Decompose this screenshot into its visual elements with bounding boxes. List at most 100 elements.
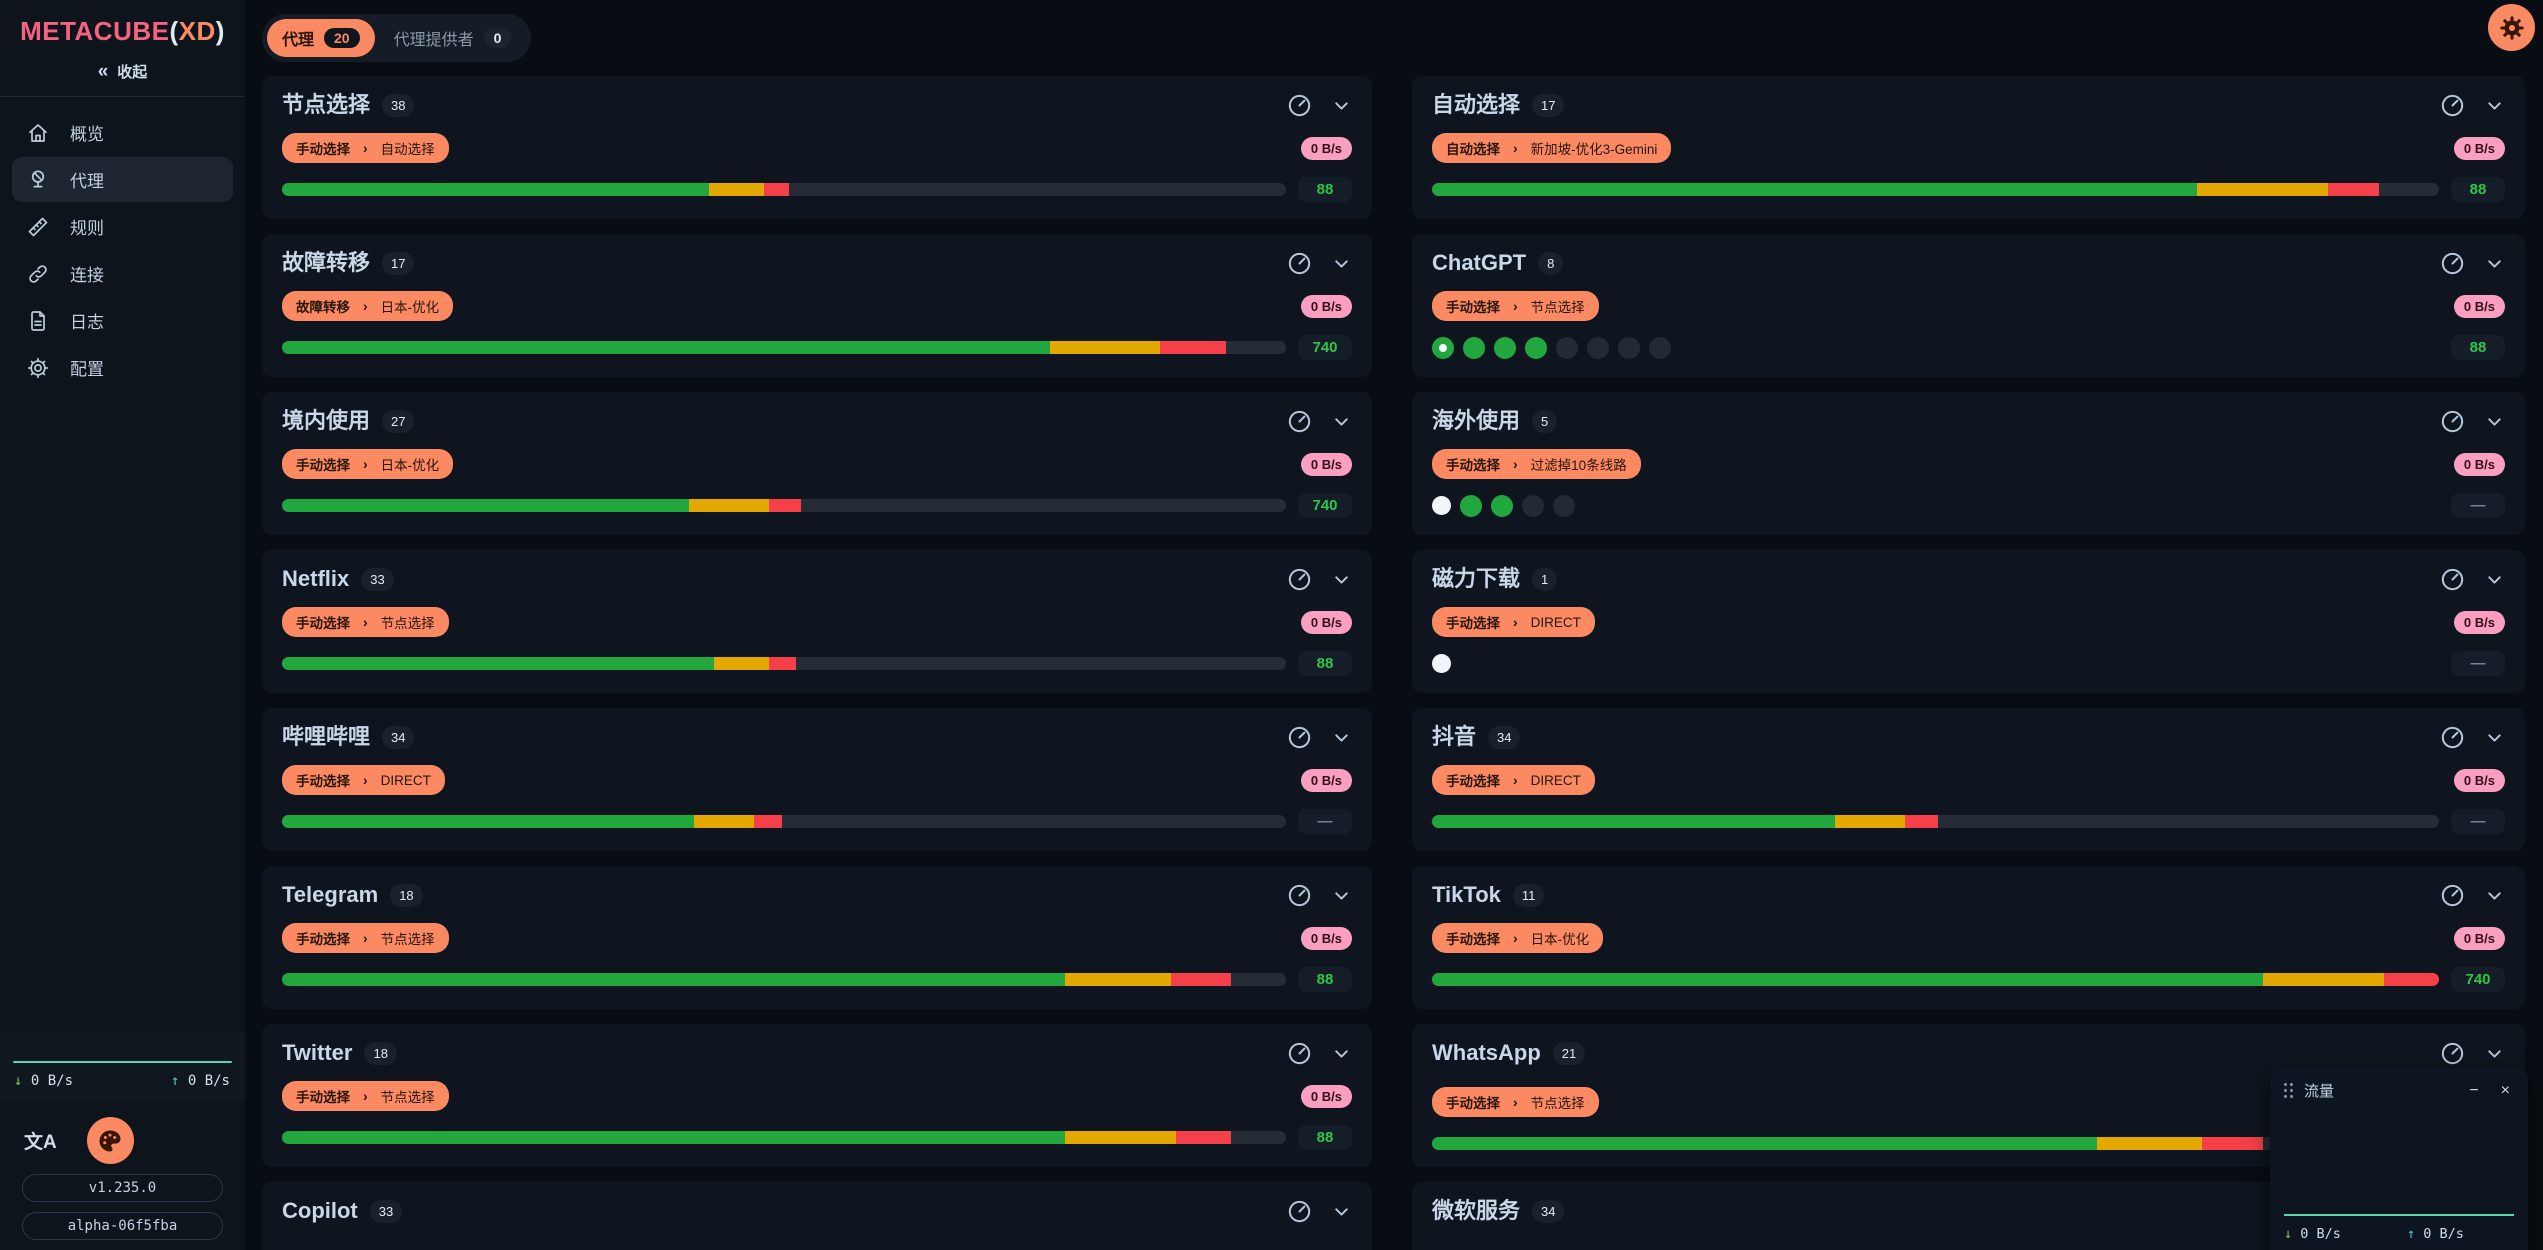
node-dots bbox=[1432, 337, 2439, 359]
app-version-button[interactable]: alpha-06f5fba bbox=[22, 1212, 223, 1240]
chevron-down-icon bbox=[2484, 95, 2505, 116]
selected-proxy-pill[interactable]: 手动选择 › 节点选择 bbox=[282, 923, 449, 953]
chevron-right-icon: › bbox=[363, 614, 368, 630]
gauge-icon bbox=[1286, 566, 1313, 593]
expand-group-button[interactable] bbox=[1331, 885, 1352, 906]
chevrons-left-icon: « bbox=[98, 62, 109, 81]
chevron-right-icon: › bbox=[1513, 614, 1518, 630]
sidebar-item-config[interactable]: 配置 bbox=[12, 345, 233, 390]
proxy-group-card[interactable]: 磁力下载 1 手动选择 › DIRECT 0 B/s — bbox=[1412, 550, 2525, 693]
selected-proxy-pill[interactable]: 手动选择 › 节点选择 bbox=[282, 1081, 449, 1111]
selected-proxy-pill[interactable]: 手动选择 › 节点选择 bbox=[1432, 1087, 1599, 1117]
bar-segment-good bbox=[1432, 815, 1835, 828]
latency-distribution-bar bbox=[282, 657, 1286, 670]
chevron-right-icon: › bbox=[1513, 1094, 1518, 1110]
selected-proxy-pill[interactable]: 手动选择 › 自动选择 bbox=[282, 133, 449, 163]
proxy-group-card[interactable]: Netflix 33 手动选择 › 节点选择 0 B/s bbox=[262, 550, 1372, 693]
latency-test-button[interactable] bbox=[1286, 250, 1313, 277]
bar-segment-bad bbox=[1176, 1131, 1231, 1144]
gauge-icon bbox=[2439, 724, 2466, 751]
expand-group-button[interactable] bbox=[1331, 727, 1352, 748]
chevron-down-icon bbox=[1331, 95, 1352, 116]
expand-group-button[interactable] bbox=[1331, 1201, 1352, 1222]
proxy-group-card[interactable]: ChatGPT 8 手动选择 › 节点选择 0 B/s 88 bbox=[1412, 234, 2525, 377]
proxy-group-card[interactable]: Copilot 33 bbox=[262, 1182, 1372, 1250]
selected-proxy-pill[interactable]: 手动选择 › DIRECT bbox=[282, 765, 445, 795]
latency-test-button[interactable] bbox=[2439, 566, 2466, 593]
expand-group-button[interactable] bbox=[2484, 95, 2505, 116]
expand-group-button[interactable] bbox=[1331, 569, 1352, 590]
selected-proxy-pill[interactable]: 手动选择 › 节点选择 bbox=[1432, 291, 1599, 321]
expand-group-button[interactable] bbox=[2484, 569, 2505, 590]
proxy-group-card[interactable]: 故障转移 17 故障转移 › 日本-优化 0 B/s bbox=[262, 234, 1372, 377]
proxy-group-card[interactable]: 海外使用 5 手动选择 › 过滤掉10条线路 0 B/s — bbox=[1412, 392, 2525, 535]
topbar: 代理20代理提供者0 bbox=[245, 0, 2543, 66]
expand-group-button[interactable] bbox=[2484, 253, 2505, 274]
proxy-count-badge: 5 bbox=[1532, 410, 1557, 433]
latency-test-button[interactable] bbox=[2439, 92, 2466, 119]
latency-test-button[interactable] bbox=[1286, 92, 1313, 119]
selected-proxy-pill[interactable]: 手动选择 › DIRECT bbox=[1432, 765, 1595, 795]
latency-test-button[interactable] bbox=[2439, 724, 2466, 751]
selected-proxy-pill[interactable]: 手动选择 › 日本-优化 bbox=[1432, 923, 1603, 953]
selected-proxy-pill[interactable]: 手动选择 › 日本-优化 bbox=[282, 449, 453, 479]
latency-test-button[interactable] bbox=[2439, 882, 2466, 909]
chevron-down-icon bbox=[2484, 1043, 2505, 1064]
selected-proxy-pill[interactable]: 手动选择 › 过滤掉10条线路 bbox=[1432, 449, 1641, 479]
latency-test-button[interactable] bbox=[1286, 882, 1313, 909]
sidebar-item-proxies[interactable]: 代理 bbox=[12, 157, 233, 202]
node-dot-green bbox=[1460, 495, 1482, 517]
node-dot-white bbox=[1432, 654, 1451, 673]
sidebar-item-rules[interactable]: 规则 bbox=[12, 204, 233, 249]
core-version-button[interactable]: v1.235.0 bbox=[22, 1174, 223, 1202]
latency-test-button[interactable] bbox=[1286, 408, 1313, 435]
close-panel-button[interactable]: × bbox=[2497, 1082, 2514, 1100]
sidebar-item-label: 代理 bbox=[70, 167, 104, 192]
selected-proxy-pill[interactable]: 故障转移 › 日本-优化 bbox=[282, 291, 453, 321]
proxy-group-card[interactable]: 自动选择 17 自动选择 › 新加坡-优化3-Gemini 0 B/s bbox=[1412, 76, 2525, 219]
tab-proxies[interactable]: 代理20 bbox=[267, 19, 375, 57]
chevron-right-icon: › bbox=[1513, 772, 1518, 788]
expand-group-button[interactable] bbox=[2484, 1043, 2505, 1064]
proxy-group-card[interactable]: Twitter 18 手动选择 › 节点选择 0 B/s bbox=[262, 1024, 1372, 1167]
settings-button[interactable] bbox=[2488, 4, 2535, 51]
drag-handle-icon[interactable] bbox=[2284, 1083, 2294, 1099]
expand-group-button[interactable] bbox=[2484, 727, 2505, 748]
expand-group-button[interactable] bbox=[1331, 1043, 1352, 1064]
chevron-right-icon: › bbox=[363, 930, 368, 946]
latency-test-button[interactable] bbox=[1286, 724, 1313, 751]
latency-test-button[interactable] bbox=[1286, 1198, 1313, 1225]
expand-group-button[interactable] bbox=[2484, 411, 2505, 432]
proxy-group-card[interactable]: Telegram 18 手动选择 › 节点选择 0 B/s bbox=[262, 866, 1372, 1009]
proxy-group-card[interactable]: TikTok 11 手动选择 › 日本-优化 0 B/s bbox=[1412, 866, 2525, 1009]
latency-test-button[interactable] bbox=[1286, 566, 1313, 593]
latency-test-button[interactable] bbox=[2439, 250, 2466, 277]
sidebar-item-overview[interactable]: 概览 bbox=[12, 110, 233, 155]
selected-proxy-pill[interactable]: 自动选择 › 新加坡-优化3-Gemini bbox=[1432, 133, 1671, 163]
selected-proxy-pill[interactable]: 手动选择 › 节点选择 bbox=[282, 607, 449, 637]
proxy-group-card[interactable]: 境内使用 27 手动选择 › 日本-优化 0 B/s bbox=[262, 392, 1372, 535]
selected-proxy-pill[interactable]: 手动选择 › DIRECT bbox=[1432, 607, 1595, 637]
latency-test-button[interactable] bbox=[2439, 1040, 2466, 1067]
proxy-group-card[interactable]: 节点选择 38 手动选择 › 自动选择 0 B/s bbox=[262, 76, 1372, 219]
language-icon[interactable]: 文A bbox=[24, 1127, 57, 1154]
collapse-sidebar-button[interactable]: « 收起 bbox=[98, 61, 148, 82]
minimize-panel-button[interactable]: − bbox=[2465, 1082, 2482, 1100]
bar-segment-bad bbox=[1160, 341, 1225, 354]
proxy-group-name: 节点选择 bbox=[282, 92, 370, 118]
sidebar-item-logs[interactable]: 日志 bbox=[12, 298, 233, 343]
expand-group-button[interactable] bbox=[1331, 95, 1352, 116]
expand-group-button[interactable] bbox=[2484, 885, 2505, 906]
proxy-group-card[interactable]: 抖音 34 手动选择 › DIRECT 0 B/s bbox=[1412, 708, 2525, 851]
theme-palette-button[interactable] bbox=[87, 1117, 134, 1164]
proxy-group-card[interactable]: 哔哩哔哩 34 手动选择 › DIRECT 0 B/s bbox=[262, 708, 1372, 851]
tab-proxy-providers[interactable]: 代理提供者0 bbox=[379, 19, 527, 57]
arrow-up-icon: ↑ bbox=[171, 1073, 179, 1089]
expand-group-button[interactable] bbox=[1331, 411, 1352, 432]
latency-test-button[interactable] bbox=[2439, 408, 2466, 435]
bar-segment-medium bbox=[1835, 815, 1905, 828]
expand-group-button[interactable] bbox=[1331, 253, 1352, 274]
latency-test-button[interactable] bbox=[1286, 1040, 1313, 1067]
sidebar-item-connections[interactable]: 连接 bbox=[12, 251, 233, 296]
bar-segment-good bbox=[282, 183, 709, 196]
